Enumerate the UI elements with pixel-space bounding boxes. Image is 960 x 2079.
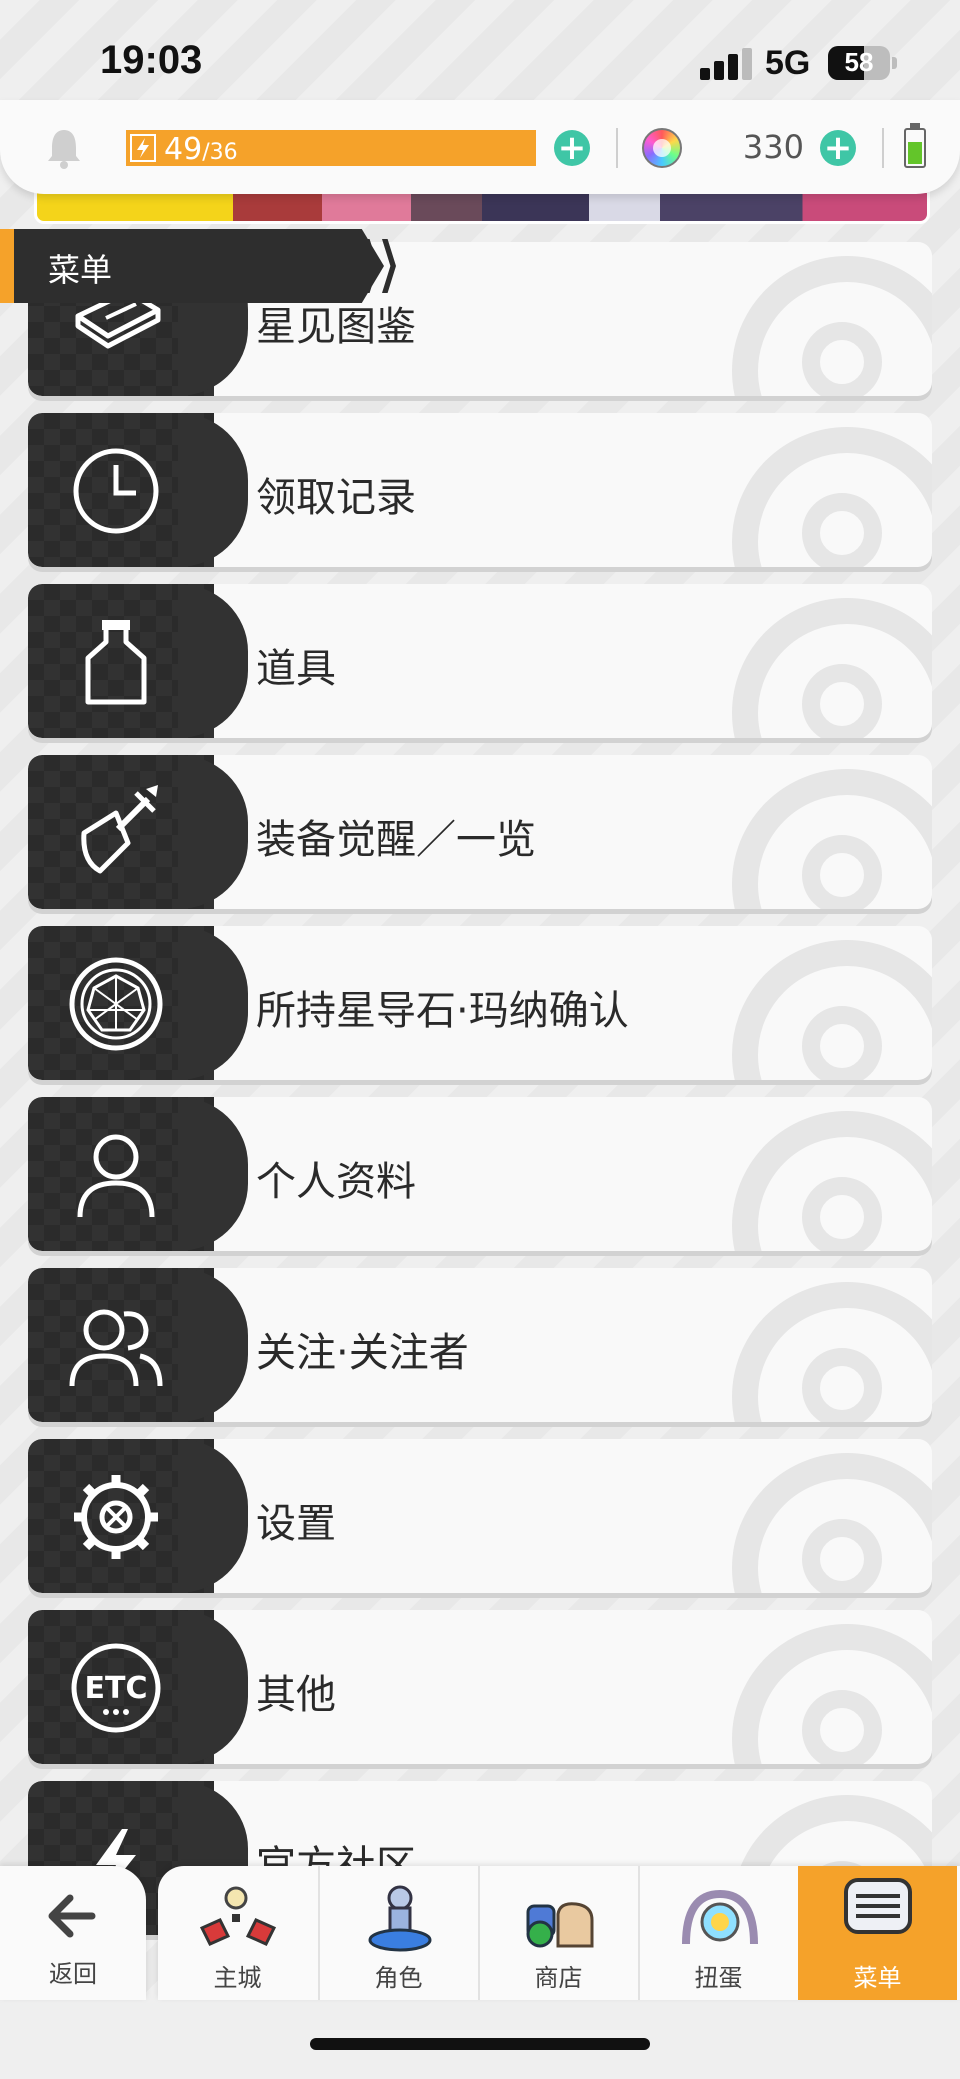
banner-image[interactable] [34,190,930,224]
etc-icon: ETC [71,1643,161,1733]
divider [616,128,618,168]
back-label: 返回 [49,1960,97,1988]
menu-item-label: 装备觉醒／一览 [256,817,536,863]
status-bar: 19:03 5G 58 [0,0,960,110]
tab-label: 扭蛋 [694,1964,743,1992]
castle-icon [199,1886,277,1946]
status-time: 19:03 [100,38,203,82]
gacha-icon [682,1889,758,1945]
bottle-icon [85,620,147,705]
menu-item-label: 设置 [256,1501,336,1547]
signal-icon [700,48,752,80]
menu-item-label: 个人资料 [256,1159,416,1205]
clock-icon [73,448,159,534]
menu-item-follow[interactable]: 关注·关注者 [28,1268,932,1424]
tab-main-city[interactable]: 主城 [158,1866,317,2000]
gem-icon [642,128,682,168]
svg-text:ETC: ETC [85,1671,148,1706]
tab-label: 主城 [213,1964,262,1992]
stamina-max: /36 [202,140,238,165]
resource-bar: 49/36 + 330 + [0,100,960,194]
gem-count: 330 [742,128,804,166]
menu-item-equipment[interactable]: 装备觉醒／一览 [28,755,932,911]
arrow-left-icon [48,1894,96,1938]
menu-item-settings[interactable]: 设置 [28,1439,932,1595]
back-button[interactable]: 返回 [0,1866,146,2000]
bell-icon[interactable] [44,126,84,170]
chevron-right-icon [382,239,396,293]
menu-tab-label: 菜单 [48,251,113,289]
divider [882,128,884,168]
menu-item-stones[interactable]: 所持星导石·玛纳确认 [28,926,932,1082]
network-type: 5G [765,44,811,82]
home-indicator[interactable] [310,2038,650,2050]
tab-label: 角色 [374,1964,423,1992]
person-icon [77,1134,155,1218]
menu-item-claim-history[interactable]: 领取记录 [28,413,932,569]
gear-icon [74,1475,158,1559]
tab-bar: 主城 角色 商店 扭蛋 菜单 [158,1866,960,2000]
battery-icon: 58 [828,46,890,80]
stamina-current: 49 [164,132,203,167]
stamina-gauge: 49/36 [126,130,536,167]
shop-bag-icon [526,1902,594,1948]
add-stamina-button[interactable]: + [554,130,590,166]
menu-item-label: 所持星导石·玛纳确认 [256,988,629,1034]
tab-label: 菜单 [853,1964,902,1992]
tab-character[interactable]: 角色 [318,1866,477,2000]
tab-menu[interactable]: 菜单 [798,1866,957,2000]
tab-label: 商店 [534,1964,583,1992]
tab-gacha[interactable]: 扭蛋 [638,1866,797,2000]
lightning-icon [130,134,156,162]
menu-icon [844,1878,912,1934]
add-gem-button[interactable]: + [820,130,856,166]
tab-shop[interactable]: 商店 [478,1866,637,2000]
menu-item-items[interactable]: 道具 [28,584,932,740]
menu-item-profile[interactable]: 个人资料 [28,1097,932,1253]
device-battery-icon [904,123,926,168]
bottom-navigation: 返回 主城 角色 商店 扭蛋 菜单 [0,1866,960,2000]
menu-item-label: 其他 [256,1672,336,1718]
character-icon [368,1885,432,1952]
people-icon [69,1309,163,1387]
sword-shield-icon [81,785,158,874]
battery-tip [892,57,897,69]
menu-header-tab: 菜单 [0,229,400,303]
gemstone-icon [69,957,163,1051]
menu-item-label: 关注·关注者 [256,1330,469,1376]
menu-item-label: 道具 [256,646,336,692]
menu-item-label: 领取记录 [256,475,416,521]
menu-item-other[interactable]: ETC 其他 [28,1610,932,1766]
battery-percent: 58 [844,47,874,77]
